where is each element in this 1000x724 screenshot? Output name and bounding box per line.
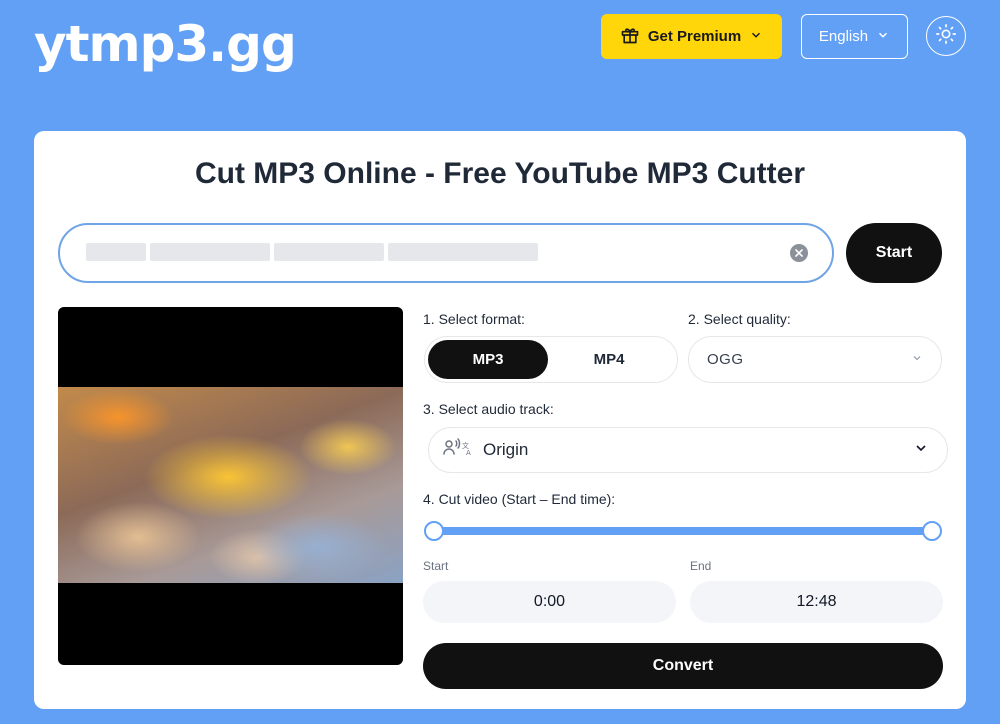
slider-end-handle[interactable] [922, 521, 942, 541]
page-title: Cut MP3 Online - Free YouTube MP3 Cutter [194, 157, 806, 190]
convert-button[interactable]: Convert [423, 643, 943, 689]
converter-card: Cut MP3 Online - Free YouTube MP3 Cutter… [34, 131, 966, 709]
gift-icon [620, 25, 640, 49]
start-time-field[interactable]: 0:00 [423, 581, 676, 623]
clear-icon[interactable] [790, 244, 808, 262]
chevron-down-icon [911, 351, 923, 369]
chevron-down-icon [749, 28, 763, 46]
theme-toggle-button[interactable] [926, 16, 966, 56]
cut-range-slider[interactable] [424, 520, 942, 542]
end-time-label: End [690, 559, 712, 573]
language-selector[interactable]: English [801, 14, 908, 59]
get-premium-button[interactable]: Get Premium [601, 14, 782, 59]
video-thumbnail [58, 387, 403, 583]
start-button[interactable]: Start [846, 223, 942, 283]
audio-track-select[interactable]: 文 A Origin [428, 427, 948, 473]
url-input-container [58, 223, 834, 283]
chevron-down-icon [876, 28, 890, 46]
end-time-field[interactable]: 12:48 [690, 581, 943, 623]
format-option-mp4[interactable]: MP4 [549, 340, 669, 379]
start-time-label: Start [423, 559, 449, 573]
format-option-mp3[interactable]: MP3 [428, 340, 548, 379]
format-label: 1. Select format: [423, 311, 525, 327]
audio-track-value: Origin [483, 440, 529, 459]
quality-label: 2. Select quality: [688, 311, 791, 327]
chevron-down-icon [913, 440, 929, 461]
quality-select[interactable]: OGG [688, 336, 942, 383]
sun-icon [935, 23, 957, 50]
language-label: English [818, 28, 869, 45]
quality-value: OGG [707, 351, 744, 368]
site-logo[interactable]: ytmp3.gg [34, 14, 297, 74]
format-toggle: MP3 MP4 [424, 336, 678, 383]
video-preview[interactable] [58, 307, 403, 665]
url-input[interactable] [88, 239, 748, 267]
cut-label: 4. Cut video (Start – End time): [423, 491, 616, 507]
slider-start-handle[interactable] [424, 521, 444, 541]
translate-voice-icon: 文 A [443, 437, 473, 463]
get-premium-label: Get Premium [647, 28, 742, 45]
audio-track-label: 3. Select audio track: [423, 401, 554, 417]
svg-text:A: A [466, 449, 471, 457]
slider-track [434, 527, 932, 535]
